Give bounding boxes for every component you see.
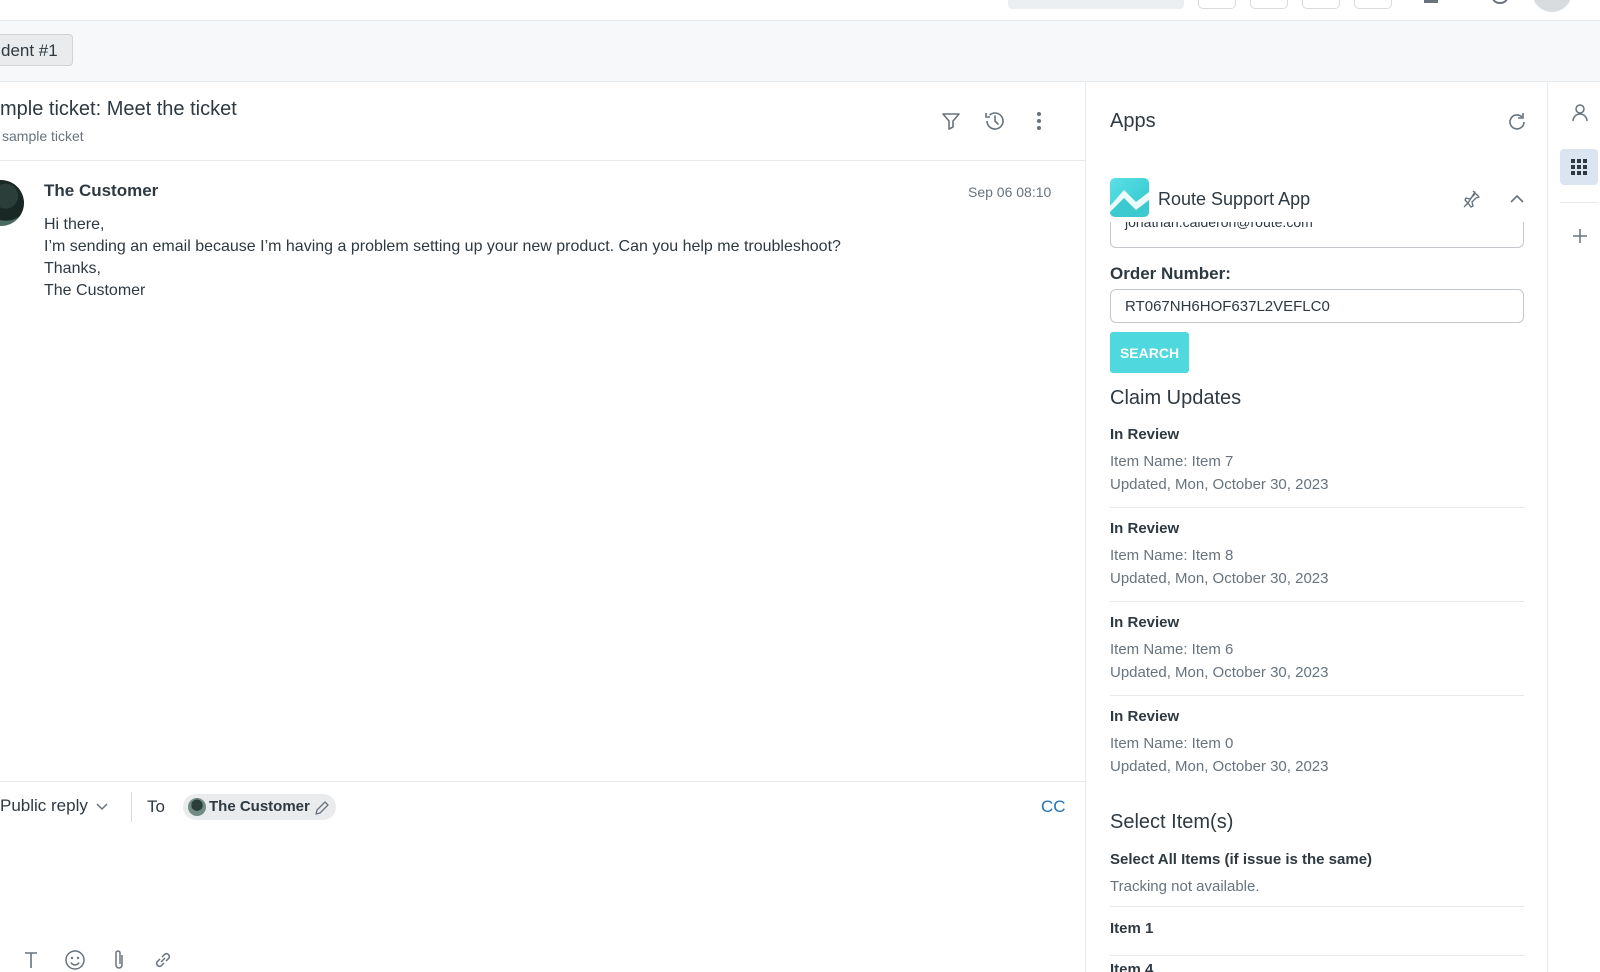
claim-updated: Updated, Mon, October 30, 2023 bbox=[1110, 664, 1329, 681]
composer-divider bbox=[0, 781, 1085, 782]
chevron-down-icon bbox=[96, 796, 108, 816]
recipient-name: The Customer bbox=[209, 798, 310, 815]
claim-item-name: Item Name: Item 6 bbox=[1110, 641, 1234, 658]
pin-icon[interactable] bbox=[1459, 187, 1483, 211]
claim-status: In Review bbox=[1110, 614, 1180, 631]
product-tray-icon[interactable] bbox=[1424, 0, 1438, 3]
ticket-title: mple ticket: Meet the ticket bbox=[0, 98, 237, 120]
ticket-subtitle: sample ticket bbox=[2, 128, 84, 144]
to-label: To bbox=[147, 797, 165, 816]
recipient-avatar bbox=[188, 798, 206, 816]
rail-divider bbox=[1547, 82, 1548, 972]
claim-update-item: In Review Item Name: Item 6 Updated, Mon… bbox=[1110, 614, 1524, 696]
claim-updated: Updated, Mon, October 30, 2023 bbox=[1110, 758, 1329, 775]
apps-title: Apps bbox=[1110, 110, 1156, 132]
select-item[interactable]: Item 4 bbox=[1110, 961, 1524, 972]
claim-updates-title: Claim Updates bbox=[1110, 387, 1242, 409]
attachment-icon[interactable] bbox=[107, 948, 131, 972]
history-icon[interactable] bbox=[983, 109, 1007, 133]
message-line: I’m sending an email because I’m having … bbox=[44, 238, 841, 255]
item-label: Item 1 bbox=[1110, 920, 1154, 937]
chevron-up-icon[interactable] bbox=[1505, 187, 1529, 211]
email-field[interactable]: jonathan.calderon@route.com bbox=[1110, 222, 1524, 248]
route-app-logo bbox=[1110, 178, 1149, 217]
claim-item-name: Item Name: Item 8 bbox=[1110, 547, 1234, 564]
top-bar bbox=[0, 0, 1600, 21]
recipient-pill[interactable]: The Customer bbox=[183, 794, 336, 820]
sender-name: The Customer bbox=[44, 181, 159, 200]
select-item[interactable]: Item 1 bbox=[1110, 920, 1524, 956]
text-format-icon[interactable] bbox=[19, 948, 43, 972]
message-line: Thanks, bbox=[44, 260, 101, 277]
message-line: Hi there, bbox=[44, 216, 105, 233]
sender-avatar bbox=[0, 180, 24, 226]
user-avatar[interactable] bbox=[1532, 0, 1572, 12]
top-toolbar-button[interactable] bbox=[1302, 0, 1340, 9]
help-icon[interactable] bbox=[1492, 0, 1508, 4]
claim-updated: Updated, Mon, October 30, 2023 bbox=[1110, 570, 1329, 587]
top-toolbar-button[interactable] bbox=[1250, 0, 1288, 9]
order-number-input[interactable] bbox=[1110, 289, 1524, 323]
refresh-icon[interactable] bbox=[1505, 110, 1529, 134]
item-label: Item 4 bbox=[1110, 961, 1154, 972]
app-name: Route Support App bbox=[1158, 189, 1311, 209]
reply-type-dropdown[interactable]: Public reply bbox=[0, 796, 108, 816]
top-toolbar-button[interactable] bbox=[1198, 0, 1236, 9]
email-field-value: jonathan.calderon@route.com bbox=[1125, 222, 1313, 230]
apps-panel-divider bbox=[1085, 82, 1086, 972]
rail-separator bbox=[1560, 202, 1598, 203]
search-button[interactable]: SEARCH bbox=[1110, 332, 1189, 373]
order-number-label: Order Number: bbox=[1110, 264, 1231, 283]
claim-update-item: In Review Item Name: Item 7 Updated, Mon… bbox=[1110, 426, 1524, 508]
link-icon[interactable] bbox=[151, 948, 175, 972]
claim-status: In Review bbox=[1110, 520, 1180, 537]
ticket-tab[interactable]: dent #1 bbox=[0, 34, 73, 66]
header-divider bbox=[0, 160, 1085, 161]
top-search-field[interactable] bbox=[1008, 0, 1184, 9]
more-vertical-icon[interactable] bbox=[1027, 109, 1051, 133]
reply-type-label: Public reply bbox=[0, 796, 88, 815]
apps-grid-icon[interactable] bbox=[1560, 149, 1598, 185]
tracking-text: Tracking not available. bbox=[1110, 878, 1260, 895]
claim-item-name: Item Name: Item 0 bbox=[1110, 735, 1234, 752]
claim-update-item: In Review Item Name: Item 0 Updated, Mon… bbox=[1110, 708, 1524, 775]
message-line: The Customer bbox=[44, 282, 146, 299]
message-timestamp: Sep 06 08:10 bbox=[968, 184, 1052, 200]
user-icon[interactable] bbox=[1564, 97, 1596, 129]
composer-separator bbox=[131, 792, 132, 822]
emoji-icon[interactable] bbox=[63, 948, 87, 972]
select-items-title: Select Item(s) bbox=[1110, 811, 1234, 833]
claim-status: In Review bbox=[1110, 426, 1180, 443]
top-toolbar-button[interactable] bbox=[1354, 0, 1392, 9]
plus-icon[interactable] bbox=[1564, 220, 1596, 252]
select-all-label: Select All Items (if issue is the same) bbox=[1110, 851, 1373, 868]
pencil-icon[interactable] bbox=[314, 799, 330, 825]
filter-icon[interactable] bbox=[939, 109, 963, 133]
select-all-item[interactable]: Select All Items (if issue is the same) … bbox=[1110, 851, 1524, 907]
ticket-tab-bar bbox=[0, 21, 1600, 82]
cc-button[interactable]: CC bbox=[1041, 797, 1066, 817]
claim-updated: Updated, Mon, October 30, 2023 bbox=[1110, 476, 1329, 493]
claim-item-name: Item Name: Item 7 bbox=[1110, 453, 1234, 470]
claim-update-item: In Review Item Name: Item 8 Updated, Mon… bbox=[1110, 520, 1524, 602]
claim-status: In Review bbox=[1110, 708, 1180, 725]
